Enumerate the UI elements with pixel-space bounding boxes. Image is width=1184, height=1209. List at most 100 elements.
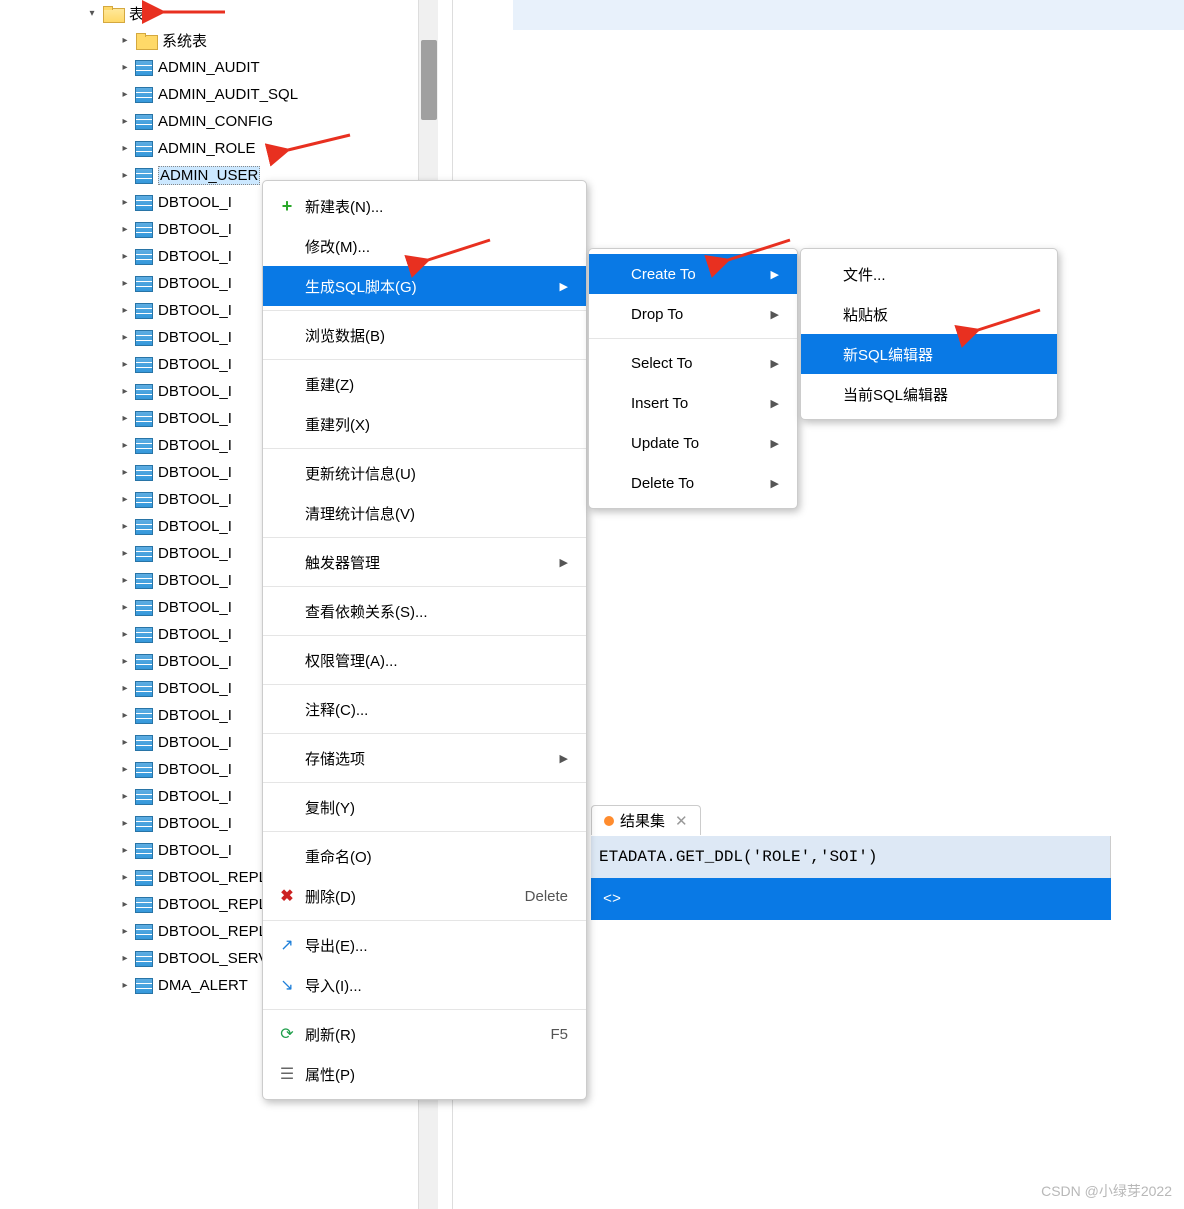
context-menu-sql-to: Create To ▶ Drop To ▶ Select To ▶ Insert… [588, 248, 798, 509]
submenu-arrow-icon: ▶ [767, 477, 779, 490]
top-band [513, 0, 1184, 30]
tree-item-label: DBTOOL_I [158, 221, 232, 238]
table-icon [135, 330, 153, 346]
table-icon [135, 627, 153, 643]
menu-modify[interactable]: 修改(M)... [263, 226, 586, 266]
chevron-right-icon: ▸ [118, 305, 132, 316]
menu-clipboard[interactable]: 粘贴板 [801, 294, 1057, 334]
table-icon [135, 816, 153, 832]
tab-dot-icon [604, 816, 614, 826]
chevron-right-icon: ▸ [118, 116, 132, 127]
chevron-right-icon: ▸ [118, 872, 132, 883]
menu-export[interactable]: ↗ 导出(E)... [263, 925, 586, 965]
table-icon [135, 573, 153, 589]
chevron-right-icon: ▸ [118, 953, 132, 964]
menu-separator [263, 920, 586, 921]
tree-root-label: 表 [129, 3, 144, 24]
menu-clear-stats[interactable]: 清理统计信息(V) [263, 493, 586, 533]
menu-current-sql-editor[interactable]: 当前SQL编辑器 [801, 374, 1057, 414]
submenu-arrow-icon: ▶ [767, 308, 779, 321]
table-icon [135, 222, 153, 238]
result-tab-label: 结果集 [620, 810, 665, 831]
menu-update-stats[interactable]: 更新统计信息(U) [263, 453, 586, 493]
menu-delete-to[interactable]: Delete To ▶ [589, 463, 797, 503]
menu-trigger-mgmt[interactable]: 触发器管理 ▶ [263, 542, 586, 582]
table-icon [135, 438, 153, 454]
tree-table-item[interactable]: ▸ADMIN_AUDIT [0, 54, 438, 81]
sql-body[interactable]: <> [591, 878, 1111, 920]
menu-drop-to[interactable]: Drop To ▶ [589, 294, 797, 334]
chevron-right-icon: ▸ [118, 143, 132, 154]
chevron-right-icon: ▸ [118, 413, 132, 424]
folder-icon [136, 33, 158, 49]
submenu-arrow-icon: ▶ [556, 280, 568, 293]
table-icon [135, 303, 153, 319]
menu-properties[interactable]: ☰ 属性(P) [263, 1054, 586, 1094]
tree-item-label: DBTOOL_I [158, 383, 232, 400]
tree-item-label: DBTOOL_I [158, 626, 232, 643]
menu-rename[interactable]: 重命名(O) [263, 836, 586, 876]
tree-root[interactable]: ▾ 表 [0, 0, 438, 27]
tree-item-label: DBTOOL_I [158, 275, 232, 292]
table-icon [135, 546, 153, 562]
menu-import[interactable]: ↘ 导入(I)... [263, 965, 586, 1005]
table-icon [135, 978, 153, 994]
table-icon [135, 249, 153, 265]
tree-item-label: DBTOOL_I [158, 734, 232, 751]
delete-icon: ✖ [275, 886, 299, 906]
tree-item-label: DBTOOL_I [158, 410, 232, 427]
tree-item-label: DBTOOL_I [158, 842, 232, 859]
menu-create-to[interactable]: Create To ▶ [589, 254, 797, 294]
chevron-right-icon: ▸ [118, 278, 132, 289]
menu-view-deps[interactable]: 查看依赖关系(S)... [263, 591, 586, 631]
chevron-right-icon: ▸ [118, 737, 132, 748]
table-icon [135, 492, 153, 508]
tree-table-item[interactable]: ▸ ADMIN_CONFIG [0, 108, 438, 135]
context-menu-target: 文件... 粘贴板 新SQL编辑器 当前SQL编辑器 [800, 248, 1058, 420]
menu-copy[interactable]: 复制(Y) [263, 787, 586, 827]
scrollbar-thumb[interactable] [421, 40, 437, 120]
chevron-right-icon: ▸ [118, 251, 132, 262]
menu-browse[interactable]: 浏览数据(B) [263, 315, 586, 355]
export-icon: ↗ [275, 935, 299, 955]
tree-item-label: DBTOOL_I [158, 761, 232, 778]
tree-table-item[interactable]: ▸ ADMIN_ROLE [0, 135, 438, 162]
table-icon [135, 897, 153, 913]
table-icon [135, 654, 153, 670]
watermark: CSDN @小绿芽2022 [1041, 1181, 1172, 1201]
menu-select-to[interactable]: Select To ▶ [589, 343, 797, 383]
menu-comment[interactable]: 注释(C)... [263, 689, 586, 729]
tree-item-label: DBTOOL_I [158, 545, 232, 562]
menu-separator [263, 310, 586, 311]
menu-new-sql-editor[interactable]: 新SQL编辑器 [801, 334, 1057, 374]
chevron-right-icon: ▸ [118, 764, 132, 775]
menu-refresh[interactable]: ⟳ 刷新(R) F5 [263, 1014, 586, 1054]
menu-rebuild[interactable]: 重建(Z) [263, 364, 586, 404]
menu-gen-sql[interactable]: 生成SQL脚本(G) ▶ [263, 266, 586, 306]
tree-item-label: ADMIN_CONFIG [158, 113, 273, 130]
chevron-right-icon: ▸ [118, 926, 132, 937]
menu-perm-mgmt[interactable]: 权限管理(A)... [263, 640, 586, 680]
menu-new-table[interactable]: + 新建表(N)... [263, 186, 586, 226]
chevron-right-icon: ▸ [118, 818, 132, 829]
tree-subfolder[interactable]: ▸ 系统表 [0, 27, 438, 54]
submenu-arrow-icon: ▶ [767, 268, 779, 281]
menu-storage[interactable]: 存储选项 ▶ [263, 738, 586, 778]
result-tab[interactable]: 结果集 ✕ [591, 805, 701, 835]
chevron-right-icon: ▸ [118, 575, 132, 586]
tree-item-label: ADMIN_ROLE [158, 140, 256, 157]
menu-delete[interactable]: ✖ 删除(D) Delete [263, 876, 586, 916]
tree-item-label: DBTOOL_I [158, 680, 232, 697]
sql-block: ETADATA.GET_DDL('ROLE','SOI') <> [591, 836, 1111, 1170]
tree-item-label: DBTOOL_I [158, 437, 232, 454]
tree-table-item[interactable]: ▸ADMIN_AUDIT_SQL [0, 81, 438, 108]
tree-item-label: ADMIN_AUDIT [158, 59, 260, 76]
chevron-right-icon: ▸ [118, 521, 132, 532]
menu-insert-to[interactable]: Insert To ▶ [589, 383, 797, 423]
menu-rebuild-col[interactable]: 重建列(X) [263, 404, 586, 444]
menu-file[interactable]: 文件... [801, 254, 1057, 294]
submenu-arrow-icon: ▶ [767, 357, 779, 370]
tree-item-label: DBTOOL_I [158, 653, 232, 670]
menu-update-to[interactable]: Update To ▶ [589, 423, 797, 463]
close-icon[interactable]: ✕ [675, 812, 688, 830]
